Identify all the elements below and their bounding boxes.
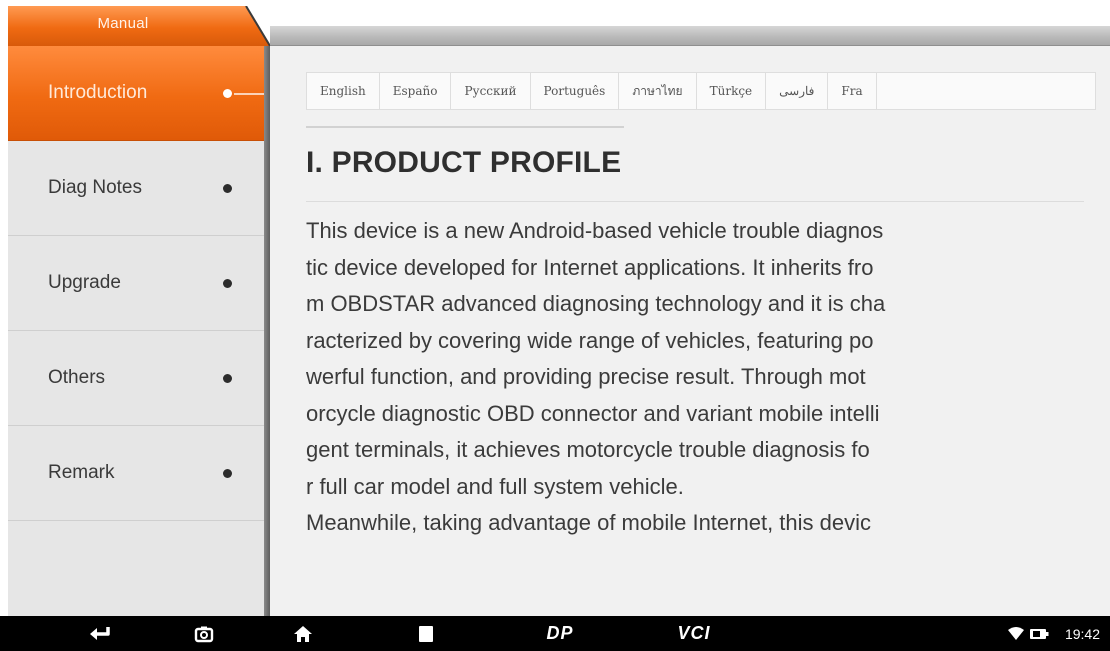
wifi-status: [1005, 616, 1027, 651]
page-title: I. PRODUCT PROFILE: [306, 146, 622, 179]
back-icon: [90, 626, 110, 640]
bullet-dot-icon: [223, 468, 232, 478]
body-text-line: Meanwhile, taking advantage of mobile In…: [306, 510, 871, 535]
language-scroll-indicator: [306, 126, 624, 128]
android-nav-bar: DP VCI 19:42: [0, 616, 1110, 651]
title-divider: [306, 201, 1084, 202]
document-body: This device is a new Android-based vehic…: [306, 213, 1096, 542]
body-text-line: gent terminals, it achieves motorcycle t…: [306, 437, 870, 462]
language-tab[interactable]: ภาษาไทย: [619, 73, 697, 109]
home-button[interactable]: [285, 616, 321, 651]
sidebar-item-diag-notes[interactable]: Diag Notes: [8, 141, 264, 236]
body-text-line: r full car model and full system vehicle…: [306, 473, 684, 499]
clock: 19:42: [1064, 625, 1100, 642]
screenshot-icon: [194, 626, 214, 642]
bullet-dot-icon: [223, 88, 232, 98]
wifi-icon: [1008, 626, 1024, 640]
battery-icon: [1030, 628, 1049, 639]
bullet-dot-icon: [223, 278, 232, 288]
language-bar: English Españo Русский Português ภาษาไทย Türk…: [306, 72, 1096, 110]
dp-icon: DP: [546, 623, 574, 643]
header-bar: [270, 26, 1110, 46]
bullet-dot-icon: [223, 373, 232, 383]
screenshot-button[interactable]: [186, 616, 222, 651]
body-text-line: m OBDSTAR advanced diagnosing technology…: [306, 291, 886, 316]
body-text-line: orcycle diagnostic OBD connector and var…: [306, 400, 880, 426]
sidebar-item-upgrade[interactable]: Upgrade: [8, 236, 264, 331]
manual-tab-label: Manual: [97, 15, 149, 32]
sidebar-item-label: Diag Notes: [48, 177, 142, 198]
manual-tab[interactable]: Manual: [8, 6, 270, 46]
language-tab[interactable]: Fra: [828, 73, 877, 109]
recents-button[interactable]: [408, 616, 444, 651]
language-tab[interactable]: فارسی: [766, 73, 829, 109]
sidebar: Introduction Diag Notes Upgrade Others Remar…: [8, 46, 264, 616]
vci-button[interactable]: VCI: [666, 616, 722, 651]
sidebar-item-label: Remark: [48, 462, 115, 483]
language-tab[interactable]: Português: [531, 73, 620, 109]
sidebar-item-others[interactable]: Others: [8, 331, 264, 426]
sidebar-item-introduction[interactable]: Introduction: [8, 46, 264, 141]
sidebar-item-label: Others: [48, 367, 106, 388]
sidebar-item-remark[interactable]: Remark: [8, 426, 264, 521]
active-indicator-line: [234, 93, 264, 95]
vci-icon: VCI: [677, 623, 711, 643]
language-tab[interactable]: Españo: [380, 73, 452, 109]
recents-icon: [419, 625, 433, 642]
sidebar-item-label: Upgrade: [48, 272, 121, 293]
language-tab[interactable]: Русский: [451, 73, 531, 109]
body-text-line: This device is a new Android-based vehic…: [306, 218, 884, 243]
language-tab[interactable]: English: [307, 73, 380, 109]
dp-button[interactable]: DP: [535, 616, 585, 651]
bullet-dot-icon: [223, 183, 232, 193]
content-pane[interactable]: English Españo Русский Português ภาษาไทย Türk…: [270, 46, 1110, 616]
language-tab[interactable]: Türkçe: [697, 73, 767, 109]
app-window: Manual Introduction Diag Notes Upgrade Othe…: [0, 0, 1110, 651]
home-icon: [294, 625, 312, 642]
battery-status: [1027, 616, 1051, 651]
sidebar-item-label: Introduction: [48, 82, 148, 103]
body-text-line: tic device developed for Internet applic…: [306, 254, 874, 280]
body-text-line: werful function, and providing precise r…: [306, 364, 866, 389]
back-button[interactable]: [78, 616, 122, 651]
body-text-line: racterized by covering wide range of veh…: [306, 327, 874, 353]
